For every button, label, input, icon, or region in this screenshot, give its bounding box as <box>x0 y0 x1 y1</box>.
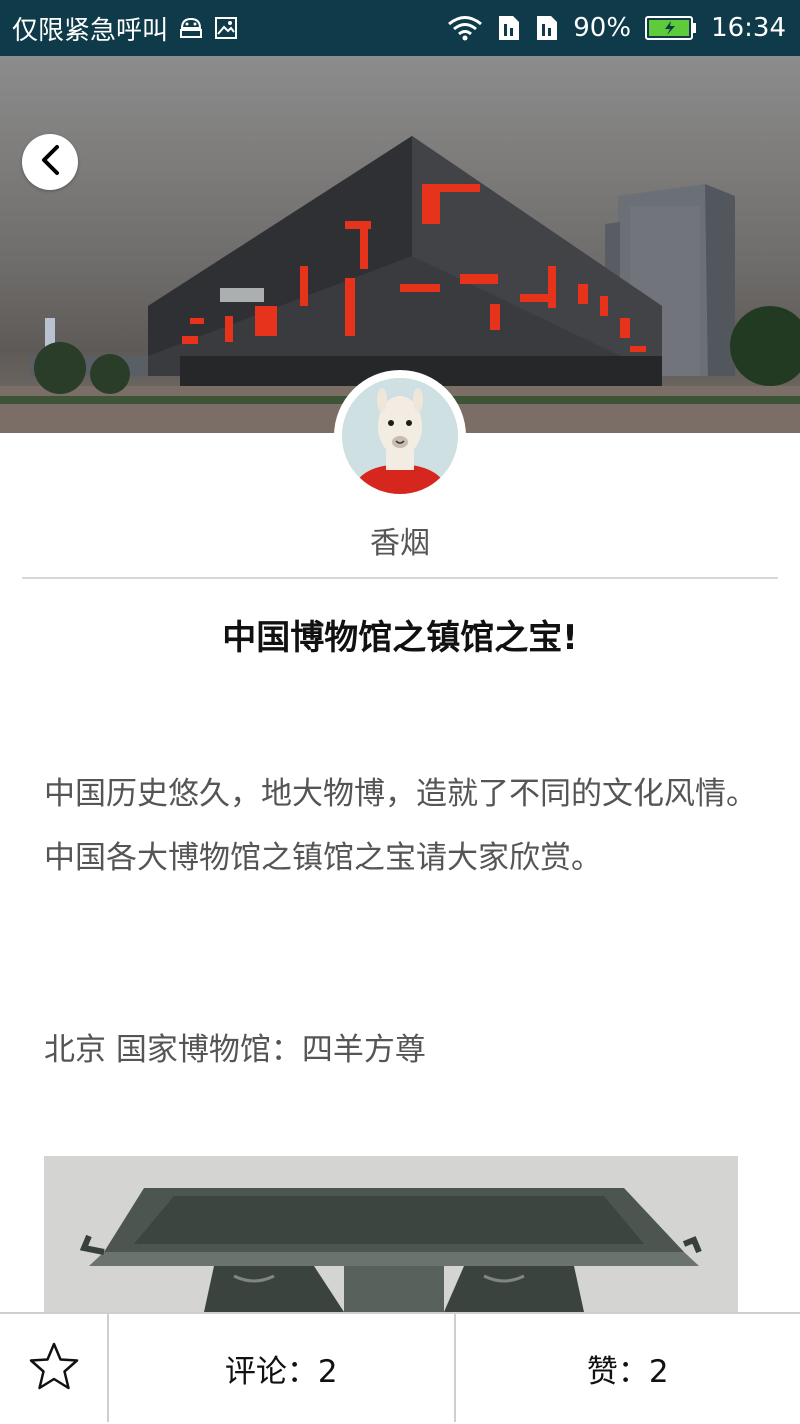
author-avatar[interactable] <box>334 370 466 502</box>
battery-percent: 90% <box>573 13 631 43</box>
favorite-button[interactable] <box>0 1314 109 1422</box>
status-right: 90% 16:34 <box>447 0 786 56</box>
status-left: 仅限紧急呼叫 <box>12 0 238 56</box>
divider <box>22 577 778 579</box>
bottom-action-bar: 评论：2 赞：2 <box>0 1312 800 1424</box>
chevron-left-icon <box>39 144 61 180</box>
alpaca-avatar-image <box>342 378 458 494</box>
sim-card-2-icon <box>535 14 559 42</box>
sim-card-1-icon <box>497 14 521 42</box>
comments-button[interactable]: 评论：2 <box>109 1314 456 1422</box>
likes-label: 赞：2 <box>587 1346 669 1391</box>
image-icon <box>214 16 238 40</box>
android-debug-icon <box>178 16 204 40</box>
star-icon <box>28 1341 80 1395</box>
post-location-line: 北京 国家博物馆：四羊方尊 <box>44 1024 764 1069</box>
post-title: 中国博物馆之镇馆之宝! <box>0 610 800 659</box>
wifi-icon <box>447 15 483 41</box>
author-name[interactable]: 香烟 <box>0 518 800 562</box>
carrier-text: 仅限紧急呼叫 <box>12 10 168 47</box>
status-bar: 仅限紧急呼叫 90% 16:34 <box>0 0 800 56</box>
clock: 16:34 <box>711 13 786 43</box>
post-intro: 中国历史悠久，地大物博，造就了不同的文化风情。中国各大博物馆之镇馆之宝请大家欣赏… <box>44 762 764 890</box>
artifact-photo <box>44 1156 738 1312</box>
back-button[interactable] <box>22 134 78 190</box>
like-button[interactable]: 赞：2 <box>456 1314 800 1422</box>
comments-label: 评论：2 <box>225 1346 338 1391</box>
battery-charging-icon <box>645 15 697 41</box>
